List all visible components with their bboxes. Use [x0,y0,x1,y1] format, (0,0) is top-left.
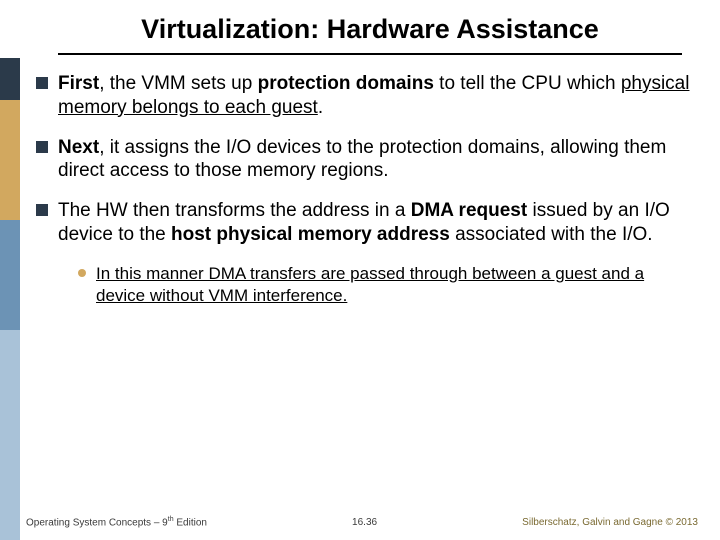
footer-page-number: 16.36 [352,517,377,528]
decorative-sidebar [0,0,20,540]
slide-body: First, the VMM sets up protection domain… [36,72,692,307]
square-bullet-icon [36,77,48,89]
bullet-text: First, the VMM sets up protection domain… [58,72,692,120]
title-underline [58,53,682,55]
sub-bullet-text: In this manner DMA transfers are passed … [96,263,692,307]
bullet-text: Next, it assigns the I/O devices to the … [58,136,692,184]
bullet-hw: The HW then transforms the address in a … [36,199,692,247]
slide-title: Virtualization: Hardware Assistance [133,14,607,51]
square-bullet-icon [36,204,48,216]
footer-left: Operating System Concepts – 9th Edition [26,516,207,528]
bullet-next: Next, it assigns the I/O devices to the … [36,136,692,184]
bullet-text: The HW then transforms the address in a … [58,199,692,247]
bullet-first: First, the VMM sets up protection domain… [36,72,692,120]
slide-title-wrap: Virtualization: Hardware Assistance [20,14,720,55]
square-bullet-icon [36,141,48,153]
footer-right: Silberschatz, Galvin and Gagne © 2013 [522,517,698,528]
slide-footer: Operating System Concepts – 9th Edition … [26,516,698,528]
round-bullet-icon [78,269,86,277]
sub-bullet: In this manner DMA transfers are passed … [78,263,692,307]
